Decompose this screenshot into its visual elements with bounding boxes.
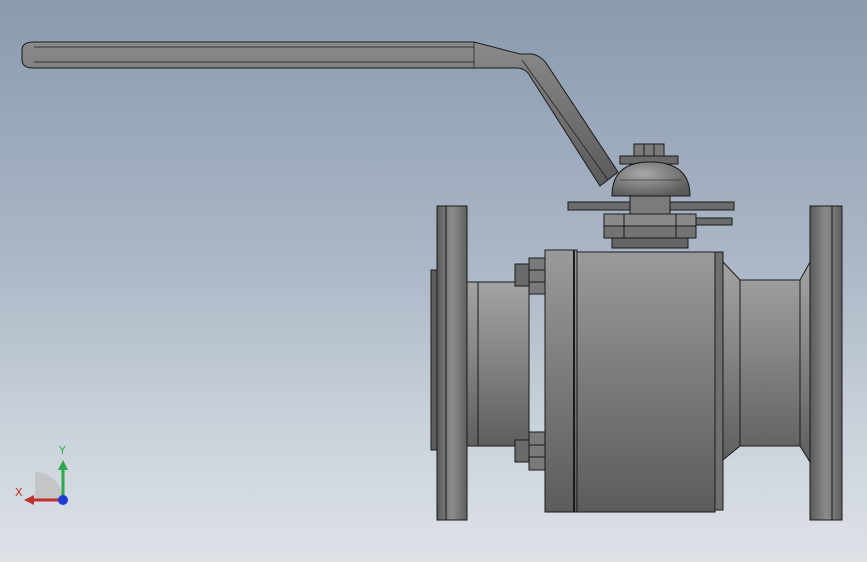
bonnet-ball xyxy=(611,161,691,197)
stem-nut xyxy=(619,143,679,165)
x-axis-arrowhead-icon xyxy=(24,495,34,505)
y-axis-arrowhead-icon xyxy=(58,460,68,470)
left-neck xyxy=(466,281,530,447)
x-axis-label: X xyxy=(15,486,23,499)
z-axis-dot-icon xyxy=(58,495,68,505)
right-neck xyxy=(722,260,811,464)
y-axis-label: Y xyxy=(58,444,66,457)
coordinate-triad: Y X xyxy=(15,444,68,505)
left-flange xyxy=(430,205,468,521)
right-flange xyxy=(809,205,843,521)
graphics-viewport[interactable]: Y X xyxy=(0,0,867,562)
handle-lever[interactable] xyxy=(21,41,619,187)
ball-valve-model[interactable] xyxy=(0,0,867,562)
triad-plane-icon xyxy=(35,472,63,500)
valve-body xyxy=(576,251,724,513)
body-end-cap xyxy=(544,249,578,513)
